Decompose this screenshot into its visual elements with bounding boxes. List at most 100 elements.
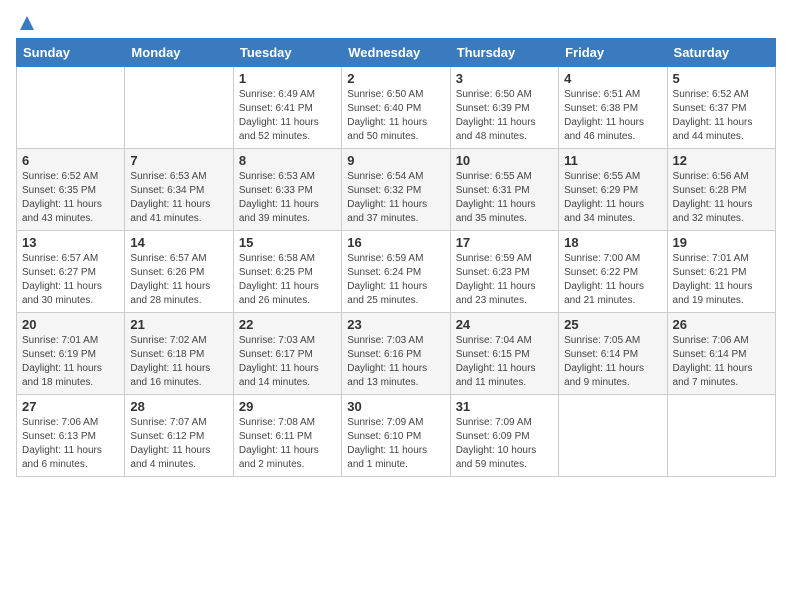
day-cell: 5 Sunrise: 6:52 AM Sunset: 6:37 PM Daylig… — [667, 67, 775, 149]
day-cell: 28Sunrise: 7:07 AM Sunset: 6:12 PM Dayli… — [125, 395, 233, 477]
day-number: 11 — [564, 153, 661, 168]
day-info: Sunrise: 7:09 AM Sunset: 6:10 PM Dayligh… — [347, 416, 444, 472]
logo — [16, 16, 36, 30]
day-cell: 31 Sunrise: 7:09 AM Sunset: 6:09 PM Dayli… — [450, 395, 558, 477]
header-wednesday: Wednesday — [342, 39, 450, 67]
day-info: Sunrise: 7:01 AM Sunset: 6:19 PM Dayligh… — [22, 334, 119, 390]
day-info: Sunrise: 6:57 AM Sunset: 6:26 PM Dayligh… — [130, 252, 227, 308]
day-cell — [125, 67, 233, 149]
calendar-table: SundayMondayTuesdayWednesdayThursdayFrid… — [16, 38, 776, 477]
day-info: Sunrise: 6:58 AM Sunset: 6:25 PM Dayligh… — [239, 252, 336, 308]
day-cell: 9 Sunrise: 6:54 AM Sunset: 6:32 PM Daylig… — [342, 149, 450, 231]
header-row: SundayMondayTuesdayWednesdayThursdayFrid… — [17, 39, 776, 67]
day-number: 23 — [347, 317, 444, 332]
day-cell: 12Sunrise: 6:56 AM Sunset: 6:28 PM Dayli… — [667, 149, 775, 231]
day-cell: 25Sunrise: 7:05 AM Sunset: 6:14 PM Dayli… — [559, 313, 667, 395]
week-row-3: 20 Sunrise: 7:01 AM Sunset: 6:19 PM Dayli… — [17, 313, 776, 395]
day-info: Sunrise: 6:55 AM Sunset: 6:31 PM Dayligh… — [456, 170, 553, 226]
day-number: 30 — [347, 399, 444, 414]
day-info: Sunrise: 7:03 AM Sunset: 6:17 PM Dayligh… — [239, 334, 336, 390]
day-number: 6 — [22, 153, 119, 168]
day-number: 9 — [347, 153, 444, 168]
day-cell: 16 Sunrise: 6:59 AM Sunset: 6:24 PM Dayli… — [342, 231, 450, 313]
day-info: Sunrise: 6:51 AM Sunset: 6:38 PM Dayligh… — [564, 88, 661, 144]
day-cell: 10Sunrise: 6:55 AM Sunset: 6:31 PM Dayli… — [450, 149, 558, 231]
day-info: Sunrise: 7:07 AM Sunset: 6:12 PM Dayligh… — [130, 416, 227, 472]
page-header — [16, 16, 776, 30]
day-number: 26 — [673, 317, 770, 332]
day-cell: 15 Sunrise: 6:58 AM Sunset: 6:25 PM Dayli… — [233, 231, 341, 313]
day-number: 20 — [22, 317, 119, 332]
day-number: 17 — [456, 235, 553, 250]
header-thursday: Thursday — [450, 39, 558, 67]
day-cell: 8Sunrise: 6:53 AM Sunset: 6:33 PM Daylig… — [233, 149, 341, 231]
day-number: 14 — [130, 235, 227, 250]
day-info: Sunrise: 7:03 AM Sunset: 6:16 PM Dayligh… — [347, 334, 444, 390]
day-info: Sunrise: 6:53 AM Sunset: 6:34 PM Dayligh… — [130, 170, 227, 226]
day-cell: 24 Sunrise: 7:04 AM Sunset: 6:15 PM Dayli… — [450, 313, 558, 395]
day-cell — [17, 67, 125, 149]
day-info: Sunrise: 6:59 AM Sunset: 6:24 PM Dayligh… — [347, 252, 444, 308]
day-number: 31 — [456, 399, 553, 414]
day-info: Sunrise: 6:55 AM Sunset: 6:29 PM Dayligh… — [564, 170, 661, 226]
day-cell: 1 Sunrise: 6:49 AM Sunset: 6:41 PM Daylig… — [233, 67, 341, 149]
day-number: 25 — [564, 317, 661, 332]
day-info: Sunrise: 6:50 AM Sunset: 6:40 PM Dayligh… — [347, 88, 444, 144]
day-cell: 19 Sunrise: 7:01 AM Sunset: 6:21 PM Dayli… — [667, 231, 775, 313]
day-number: 19 — [673, 235, 770, 250]
day-number: 1 — [239, 71, 336, 86]
day-number: 4 — [564, 71, 661, 86]
day-info: Sunrise: 7:09 AM Sunset: 6:09 PM Dayligh… — [456, 416, 553, 472]
day-number: 21 — [130, 317, 227, 332]
day-number: 15 — [239, 235, 336, 250]
day-info: Sunrise: 6:49 AM Sunset: 6:41 PM Dayligh… — [239, 88, 336, 144]
day-number: 5 — [673, 71, 770, 86]
day-info: Sunrise: 6:52 AM Sunset: 6:37 PM Dayligh… — [673, 88, 770, 144]
day-cell: 21Sunrise: 7:02 AM Sunset: 6:18 PM Dayli… — [125, 313, 233, 395]
header-saturday: Saturday — [667, 39, 775, 67]
week-row-0: 1 Sunrise: 6:49 AM Sunset: 6:41 PM Daylig… — [17, 67, 776, 149]
day-number: 2 — [347, 71, 444, 86]
header-tuesday: Tuesday — [233, 39, 341, 67]
day-cell: 22Sunrise: 7:03 AM Sunset: 6:17 PM Dayli… — [233, 313, 341, 395]
day-cell: 29 Sunrise: 7:08 AM Sunset: 6:11 PM Dayli… — [233, 395, 341, 477]
day-cell: 27Sunrise: 7:06 AM Sunset: 6:13 PM Dayli… — [17, 395, 125, 477]
day-info: Sunrise: 7:06 AM Sunset: 6:14 PM Dayligh… — [673, 334, 770, 390]
header-friday: Friday — [559, 39, 667, 67]
header-sunday: Sunday — [17, 39, 125, 67]
day-cell — [559, 395, 667, 477]
day-number: 13 — [22, 235, 119, 250]
day-info: Sunrise: 6:59 AM Sunset: 6:23 PM Dayligh… — [456, 252, 553, 308]
day-cell: 3Sunrise: 6:50 AM Sunset: 6:39 PM Daylig… — [450, 67, 558, 149]
day-number: 29 — [239, 399, 336, 414]
day-number: 16 — [347, 235, 444, 250]
logo-triangle-icon — [18, 14, 36, 32]
day-info: Sunrise: 6:54 AM Sunset: 6:32 PM Dayligh… — [347, 170, 444, 226]
day-cell: 11 Sunrise: 6:55 AM Sunset: 6:29 PM Dayli… — [559, 149, 667, 231]
day-info: Sunrise: 6:50 AM Sunset: 6:39 PM Dayligh… — [456, 88, 553, 144]
day-cell: 30 Sunrise: 7:09 AM Sunset: 6:10 PM Dayli… — [342, 395, 450, 477]
week-row-2: 13 Sunrise: 6:57 AM Sunset: 6:27 PM Dayli… — [17, 231, 776, 313]
day-info: Sunrise: 6:57 AM Sunset: 6:27 PM Dayligh… — [22, 252, 119, 308]
week-row-4: 27Sunrise: 7:06 AM Sunset: 6:13 PM Dayli… — [17, 395, 776, 477]
day-info: Sunrise: 7:00 AM Sunset: 6:22 PM Dayligh… — [564, 252, 661, 308]
day-info: Sunrise: 7:01 AM Sunset: 6:21 PM Dayligh… — [673, 252, 770, 308]
day-cell: 17 Sunrise: 6:59 AM Sunset: 6:23 PM Dayli… — [450, 231, 558, 313]
header-monday: Monday — [125, 39, 233, 67]
day-info: Sunrise: 6:53 AM Sunset: 6:33 PM Dayligh… — [239, 170, 336, 226]
day-number: 7 — [130, 153, 227, 168]
day-cell: 18 Sunrise: 7:00 AM Sunset: 6:22 PM Dayli… — [559, 231, 667, 313]
day-cell: 2 Sunrise: 6:50 AM Sunset: 6:40 PM Daylig… — [342, 67, 450, 149]
day-info: Sunrise: 7:08 AM Sunset: 6:11 PM Dayligh… — [239, 416, 336, 472]
day-number: 24 — [456, 317, 553, 332]
day-info: Sunrise: 7:04 AM Sunset: 6:15 PM Dayligh… — [456, 334, 553, 390]
day-number: 18 — [564, 235, 661, 250]
day-info: Sunrise: 7:06 AM Sunset: 6:13 PM Dayligh… — [22, 416, 119, 472]
day-info: Sunrise: 6:52 AM Sunset: 6:35 PM Dayligh… — [22, 170, 119, 226]
day-cell: 13 Sunrise: 6:57 AM Sunset: 6:27 PM Dayli… — [17, 231, 125, 313]
day-cell: 23 Sunrise: 7:03 AM Sunset: 6:16 PM Dayli… — [342, 313, 450, 395]
day-cell: 26 Sunrise: 7:06 AM Sunset: 6:14 PM Dayli… — [667, 313, 775, 395]
day-cell: 14 Sunrise: 6:57 AM Sunset: 6:26 PM Dayli… — [125, 231, 233, 313]
day-cell: 20 Sunrise: 7:01 AM Sunset: 6:19 PM Dayli… — [17, 313, 125, 395]
day-number: 12 — [673, 153, 770, 168]
